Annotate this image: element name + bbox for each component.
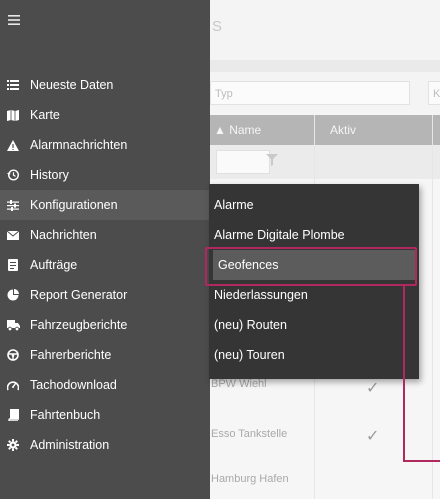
sidebar-item-tachodownload[interactable]: Tachodownload <box>0 370 210 400</box>
table-row-name[interactable]: BPW Wiehl <box>211 378 267 390</box>
sidebar-item-label: Karte <box>30 108 60 122</box>
submenu-item-label: Alarme Digitale Plombe <box>214 228 345 242</box>
sidebar-item-label: Tachodownload <box>30 378 117 392</box>
sidebar-item-neueste-daten[interactable]: Neueste Daten <box>0 70 210 100</box>
table-row-name[interactable]: Hamburg Hafen <box>211 473 289 485</box>
sidebar-item-label: Fahrzeugberichte <box>30 318 128 332</box>
toolbar-strip <box>210 60 440 72</box>
table-filter-row <box>210 145 440 179</box>
table-row-name[interactable]: Esso Tankstelle <box>211 428 287 440</box>
history-icon <box>6 169 20 181</box>
sidebar-item-nachrichten[interactable]: Nachrichten <box>0 220 210 250</box>
pie-chart-icon <box>6 289 20 301</box>
sidebar-item-label: History <box>30 168 69 182</box>
sidebar-item-label: Fahrerberichte <box>30 348 112 362</box>
map-icon <box>6 109 20 121</box>
sidebar-item-report-generator[interactable]: Report Generator <box>0 280 210 310</box>
list-icon <box>6 80 20 90</box>
table-header: ▲ Name Aktiv <box>210 115 440 145</box>
hamburger-icon[interactable] <box>8 14 20 27</box>
sidebar-item-label: Administration <box>30 438 110 452</box>
sidebar-item-history[interactable]: History <box>0 160 210 190</box>
submenu-item-neu-routen[interactable]: (neu) Routen <box>209 310 419 340</box>
sidebar-item-konfigurationen[interactable]: Konfigurationen <box>0 190 210 220</box>
filter-icon[interactable] <box>266 154 278 166</box>
submenu-item-alarme[interactable]: Alarme <box>209 190 419 220</box>
document-icon <box>6 259 20 271</box>
sidebar-item-label: Nachrichten <box>30 228 97 242</box>
submenu-item-label: Niederlassungen <box>214 288 308 302</box>
submenu-item-label: (neu) Routen <box>214 318 287 332</box>
name-filter-input[interactable] <box>216 150 270 174</box>
page-title: S <box>212 18 223 35</box>
second-filter-input[interactable]: K <box>428 81 440 105</box>
steering-wheel-icon <box>6 349 20 361</box>
column-active-header[interactable]: Aktiv <box>330 115 356 145</box>
book-icon <box>6 409 20 421</box>
submenu-item-label: (neu) Touren <box>214 348 285 362</box>
sidebar-item-fahrtenbuch[interactable]: Fahrtenbuch <box>0 400 210 430</box>
sidebar-item-administration[interactable]: Administration <box>0 430 210 460</box>
sidebar-item-karte[interactable]: Karte <box>0 100 210 130</box>
sidebar-item-label: Konfigurationen <box>30 198 118 212</box>
callout-line <box>403 460 440 462</box>
submenu-item-alarme-digitale-plombe[interactable]: Alarme Digitale Plombe <box>209 220 419 250</box>
callout-line <box>403 286 405 462</box>
sidebar-item-alarmnachrichten[interactable]: Alarmnachrichten <box>0 130 210 160</box>
sliders-icon <box>6 199 20 211</box>
envelope-icon <box>6 230 20 240</box>
gear-icon <box>6 439 20 451</box>
check-icon: ✓ <box>366 380 380 397</box>
type-filter-input[interactable]: Typ <box>210 81 410 105</box>
sidebar: Neueste Daten Karte Alarmnachrichten His… <box>0 0 210 499</box>
column-divider <box>432 115 433 499</box>
submenu-item-label: Alarme <box>214 198 254 212</box>
sidebar-item-fahrzeugberichte[interactable]: Fahrzeugberichte <box>0 310 210 340</box>
column-name-header[interactable]: ▲ Name <box>214 115 261 145</box>
check-icon: ✓ <box>366 428 380 445</box>
tachometer-icon <box>6 380 20 391</box>
highlight-box <box>205 247 417 286</box>
submenu-item-neu-touren[interactable]: (neu) Touren <box>209 340 419 370</box>
sidebar-item-label: Aufträge <box>30 258 78 272</box>
sidebar-item-label: Fahrtenbuch <box>30 408 101 422</box>
truck-icon <box>6 319 20 331</box>
sidebar-item-fahrerberichte[interactable]: Fahrerberichte <box>0 340 210 370</box>
warning-icon <box>6 139 20 151</box>
sidebar-item-label: Alarmnachrichten <box>30 138 128 152</box>
sidebar-item-auftraege[interactable]: Aufträge <box>0 250 210 280</box>
sidebar-item-label: Neueste Daten <box>30 78 114 92</box>
sidebar-item-label: Report Generator <box>30 288 128 302</box>
